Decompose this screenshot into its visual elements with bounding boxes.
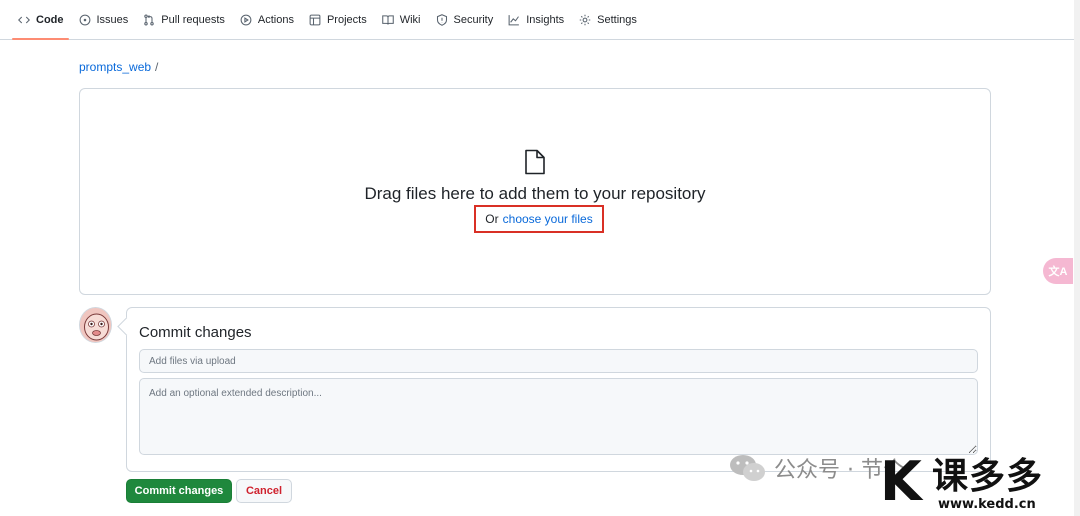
commit-summary-input[interactable] [139, 349, 978, 373]
tab-label: Wiki [399, 13, 421, 26]
tab-label: Pull requests [161, 13, 225, 26]
tab-pull-requests[interactable]: Pull requests [137, 0, 234, 39]
tab-wiki[interactable]: Wiki [376, 0, 430, 39]
drop-zone-title: Drag files here to add them to your repo… [364, 184, 706, 203]
commit-changes-button[interactable]: Commit changes [126, 479, 232, 503]
tab-actions[interactable]: Actions [234, 0, 303, 39]
scrollbar[interactable] [1074, 0, 1080, 516]
commit-title: Commit changes [139, 324, 252, 341]
choose-files-link[interactable]: choose your files [503, 212, 593, 226]
file-icon [525, 149, 545, 175]
graph-icon [508, 14, 520, 25]
choose-files-highlight: Or choose your files [474, 205, 604, 233]
tab-label: Projects [326, 13, 367, 26]
wechat-watermark: 公众号 · 节个 [728, 452, 905, 484]
cancel-button[interactable]: Cancel [236, 479, 292, 503]
tab-label: Insights [526, 13, 565, 26]
tab-security[interactable]: Security [430, 0, 503, 39]
breadcrumb: prompts_web / [79, 60, 158, 74]
tab-settings[interactable]: Settings [573, 0, 646, 39]
tab-issues[interactable]: Issues [73, 0, 138, 39]
brand-watermark: K 课多多 www.kedd.cn [880, 455, 1076, 513]
book-icon [381, 14, 394, 25]
pull-request-icon [144, 14, 155, 25]
gear-icon [579, 14, 591, 25]
tab-label: Settings [597, 13, 637, 26]
tab-label: Actions [257, 13, 294, 26]
tab-insights[interactable]: Insights [502, 0, 573, 39]
tab-label: Security [453, 13, 494, 26]
avatar-image [80, 308, 111, 342]
avatar [79, 307, 112, 343]
tab-label: Code [36, 13, 64, 26]
or-text: Or [485, 212, 499, 226]
breadcrumb-separator: / [155, 60, 159, 74]
code-icon [18, 16, 30, 23]
issue-icon [79, 14, 90, 25]
file-drop-zone[interactable]: Drag files here to add them to your repo… [79, 88, 991, 295]
tab-code[interactable]: Code [12, 0, 73, 40]
play-icon [240, 14, 252, 25]
commit-description-input[interactable] [139, 378, 978, 455]
brand-logo-k: K [880, 450, 922, 513]
translate-float-button[interactable]: 文A [1043, 258, 1073, 284]
brand-name: 课多多 [932, 456, 1044, 497]
commit-form: Commit changes [126, 307, 991, 472]
repo-navigation: Code Issues Pull requests Actions Projec… [0, 0, 1080, 40]
table-icon [309, 14, 321, 25]
tab-label: Issues [96, 13, 129, 26]
brand-url: www.kedd.cn [938, 497, 1036, 512]
shield-icon [436, 13, 447, 26]
wechat-icon [730, 455, 765, 481]
breadcrumb-repo-link[interactable]: prompts_web [79, 60, 151, 74]
tab-projects[interactable]: Projects [303, 0, 376, 39]
